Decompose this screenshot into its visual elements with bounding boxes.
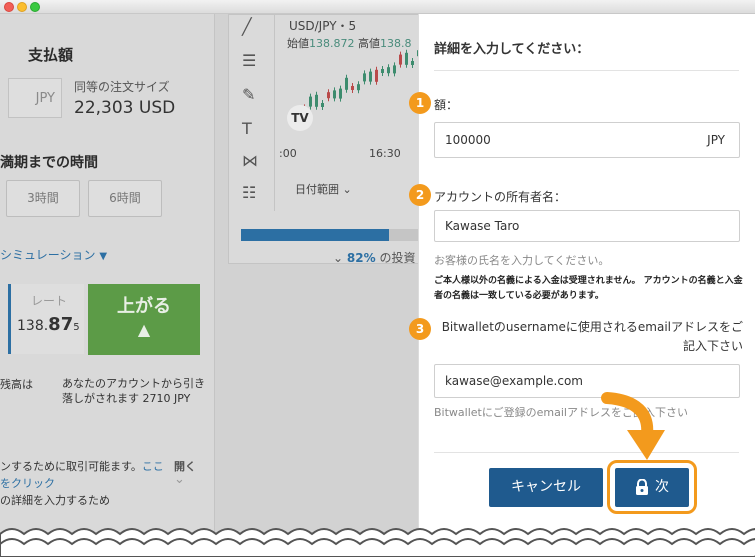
close-window-icon[interactable] — [4, 2, 14, 12]
candle — [321, 103, 324, 107]
rate-display: レート 138.875 — [8, 284, 84, 354]
balance-label: 残高は — [0, 378, 33, 391]
investor-sentiment-bar — [241, 229, 421, 241]
candle — [345, 77, 348, 90]
triangle-down-icon: ▼ — [99, 251, 108, 262]
time-to-expiry-label: 満期までの時間 — [0, 155, 98, 171]
duration-6h-button[interactable]: 6時間 — [88, 180, 162, 217]
simulation-dropdown[interactable]: シミュレーション ▼ — [0, 246, 107, 263]
investor-sentiment-fill — [241, 229, 389, 241]
chevron-down-icon[interactable]: ⌄ — [174, 472, 185, 487]
divider — [434, 452, 739, 453]
time-tick: :00 — [279, 147, 297, 160]
drawing-toolbar: ╱ ☰ ✎ T ⋈ ☷ — [229, 15, 275, 211]
candle — [411, 61, 414, 65]
candle — [309, 96, 312, 107]
balance-text: あなたのアカウントから引き落しがされます 2710 JPY — [62, 377, 205, 405]
step-badge-2: 2 — [409, 184, 431, 206]
chart-symbol: USD/JPY・5 — [289, 19, 357, 33]
maximize-window-icon[interactable] — [30, 2, 40, 12]
duration-3h-button[interactable]: 3時間 — [6, 180, 80, 217]
candle — [363, 73, 366, 82]
text-tool-icon[interactable]: T — [242, 119, 252, 138]
divider — [434, 70, 739, 71]
candle — [393, 65, 396, 74]
email-label: Bitwalletのusernameに使用されるemailアドレスをご記入下さい — [441, 320, 743, 353]
tradingview-logo-icon: TV — [287, 105, 313, 131]
brush-icon[interactable]: ✎ — [242, 85, 255, 104]
payment-label: 支払額 — [28, 46, 74, 64]
window-titlebar — [0, 0, 755, 14]
candle — [387, 67, 390, 74]
equivalent-order-size-label: 同等の注文サイズ — [74, 80, 170, 94]
chevron-down-icon: ⌄ — [333, 251, 344, 265]
trend-line-icon[interactable]: ╱ — [242, 17, 252, 36]
candle — [399, 54, 402, 65]
amount-value: 100000 — [445, 133, 491, 147]
candle — [351, 86, 354, 90]
candle — [357, 84, 360, 91]
minimize-window-icon[interactable] — [17, 2, 27, 12]
candle — [339, 88, 342, 99]
simulation-label: シミュレーション — [0, 248, 96, 262]
up-button[interactable]: 上がる ▲ — [88, 284, 200, 355]
up-button-label: 上がる — [117, 296, 171, 317]
measure-icon[interactable]: ☷ — [242, 183, 256, 202]
candle — [405, 52, 408, 65]
step-badge-1: 1 — [409, 92, 431, 114]
investor-sentiment-text: ⌄ 82% の投資 — [333, 251, 416, 265]
deposit-form-panel: 詳細を入力してください： 1 額： 100000 JPY 2 アカウントの所有者… — [409, 14, 755, 557]
chevron-down-icon: ⌄ — [342, 183, 352, 196]
account-holder-input[interactable]: Kawase Taro — [434, 210, 740, 242]
amount-label: 額： — [434, 98, 459, 112]
candle — [369, 71, 372, 82]
account-holder-label: アカウントの所有者名： — [434, 190, 567, 204]
notice-text: ンするために取引可能ます。ここをクリック の詳細を入力するため — [0, 460, 164, 507]
next-button[interactable]: 次 — [615, 468, 689, 507]
next-button-label: 次 — [655, 479, 669, 495]
torn-edge-decoration — [0, 528, 755, 557]
candle — [333, 90, 336, 99]
time-tick: 16:30 — [369, 147, 401, 160]
candle — [315, 94, 318, 107]
amount-unit: JPY — [707, 133, 725, 147]
cancel-button[interactable]: キャンセル — [489, 468, 603, 507]
rate-value: 138.875 — [17, 314, 80, 335]
date-range-dropdown[interactable]: 日付範囲 ⌄ — [295, 181, 352, 197]
price-chart: ╱ ☰ ✎ T ⋈ ☷ USD/JPY・5 始値138.872 高値138.8 … — [228, 14, 428, 265]
horizontal-lines-icon[interactable]: ☰ — [242, 51, 256, 70]
lock-icon — [636, 479, 648, 495]
equivalent-order-size-value: 22,303 USD — [74, 98, 176, 118]
rate-label: レート — [31, 294, 68, 308]
chevron-up-icon: ▲ — [137, 320, 151, 339]
order-panel: 支払額 JPY 同等の注文サイズ 22,303 USD 満期までの時間 3時間 … — [0, 14, 215, 557]
pattern-icon[interactable]: ⋈ — [242, 151, 258, 170]
amount-input[interactable]: 100000 JPY — [434, 122, 740, 158]
candle — [381, 69, 384, 73]
name-mismatch-warning: ご本人様以外の名義による入金は受理されません。 アカウントの名義と入金者の名義は… — [434, 276, 743, 301]
pointer-arrow-icon — [601, 392, 665, 460]
email-input[interactable]: kawase@example.com — [434, 364, 740, 398]
form-title: 詳細を入力してください： — [434, 42, 590, 57]
payment-currency-box[interactable]: JPY — [8, 78, 62, 118]
account-holder-hint: お客様の氏名を入力してください。 — [434, 254, 610, 267]
candle — [375, 69, 378, 82]
candle — [327, 92, 330, 99]
step-badge-3: 3 — [409, 318, 431, 340]
